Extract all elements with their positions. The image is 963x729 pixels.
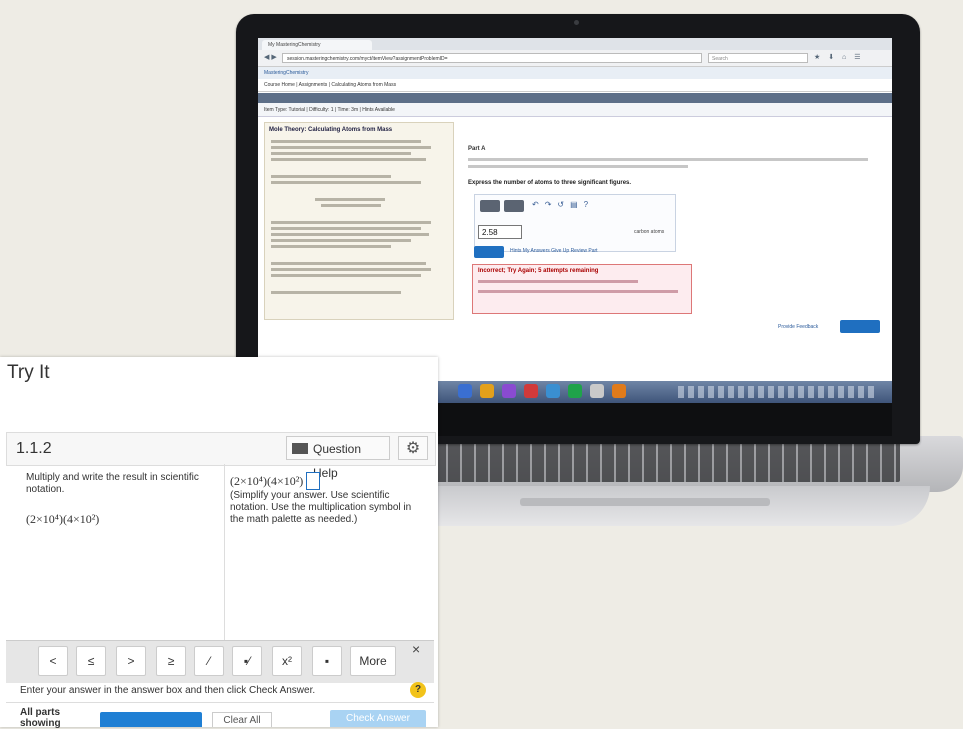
answer-expression: (2×10⁴)(4×10²) =: [230, 474, 314, 488]
laptop-keyboard: [420, 440, 900, 482]
breadcrumb[interactable]: Course Home | Assignments | Calculating …: [258, 79, 892, 92]
palette-key[interactable]: ⁄: [194, 646, 224, 676]
answer-input[interactable]: 2.58: [478, 225, 522, 239]
feedback-title: Incorrect; Try Again; 5 attempts remaini…: [478, 268, 599, 274]
answer-box[interactable]: [306, 472, 320, 490]
card-title: Try It: [7, 362, 50, 383]
taskbar-app-icon[interactable]: [546, 384, 560, 398]
problem-intro-pane: Mole Theory: Calculating Atoms from Mass: [264, 122, 454, 320]
palette-key[interactable]: ≥: [156, 646, 186, 676]
item-info-bar: Item Type: Tutorial | Difficulty: 1 | Ti…: [258, 103, 892, 117]
express-instruction: Express the number of atoms to three sig…: [468, 180, 632, 186]
template-button[interactable]: [480, 200, 500, 212]
close-icon[interactable]: ×: [412, 641, 420, 657]
site-header: MasteringChemistry: [258, 67, 892, 79]
back-forward-icon[interactable]: ◀ ▶: [264, 53, 277, 61]
feedback-line: [478, 280, 638, 283]
taskbar-app-icon[interactable]: [480, 384, 494, 398]
enter-answer-instruction: Enter your answer in the answer box and …: [20, 685, 316, 696]
taskbar-app-icon[interactable]: [568, 384, 582, 398]
address-bar[interactable]: session.masteringchemistry.com/myct/item…: [282, 53, 702, 63]
provide-feedback-link[interactable]: Provide Feedback: [778, 324, 818, 330]
browser-tab[interactable]: My MasteringChemistry: [262, 40, 372, 50]
browser-search-input[interactable]: Search: [708, 53, 808, 63]
palette-tool-icons[interactable]: ↶↷↺▤?: [532, 200, 594, 209]
question-instruction: Multiply and write the result in scienti…: [26, 472, 199, 495]
taskbar-app-icon[interactable]: [612, 384, 626, 398]
problem-title: Mole Theory: Calculating Atoms from Mass: [269, 127, 393, 133]
system-tray[interactable]: [678, 386, 878, 398]
help-list-icon: [292, 443, 308, 454]
palette-key[interactable]: ≤: [76, 646, 106, 676]
taskbar-app-icon[interactable]: [502, 384, 516, 398]
taskbar-app-icon[interactable]: [524, 384, 538, 398]
submit-button[interactable]: [474, 246, 504, 258]
site-nav-band: [258, 93, 892, 103]
laptop-trackpad: [520, 498, 770, 506]
browser-toolbar-icons[interactable]: ★ ⬇ ⌂ ☰: [814, 53, 863, 61]
question-number: 1.1.2: [16, 440, 52, 457]
taskbar-app-icon[interactable]: [458, 384, 472, 398]
answer-hint: (Simplify your answer. Use scientific no…: [230, 490, 412, 525]
camera-icon: [574, 20, 579, 25]
question-expression: (2×10⁴)(4×10²): [26, 512, 100, 526]
palette-key[interactable]: <: [38, 646, 68, 676]
help-icon[interactable]: ?: [410, 682, 426, 698]
parts-toggle-button[interactable]: [100, 712, 202, 727]
units-label: carbon atoms: [634, 229, 665, 235]
palette-key[interactable]: >: [116, 646, 146, 676]
taskbar-app-icon[interactable]: [590, 384, 604, 398]
clear-all-button[interactable]: Clear All: [212, 712, 272, 727]
gear-icon[interactable]: ⚙: [398, 436, 428, 460]
palette-key[interactable]: ▪⁄: [232, 646, 262, 676]
palette-key[interactable]: x²: [272, 646, 302, 676]
feedback-line: [478, 290, 678, 293]
all-parts-label: All parts showing: [20, 707, 61, 729]
palette-key[interactable]: ▪: [312, 646, 342, 676]
part-label: Part A: [468, 146, 486, 152]
palette-key[interactable]: More: [350, 646, 396, 676]
check-answer-button[interactable]: Check Answer: [330, 710, 426, 727]
continue-button[interactable]: [840, 320, 880, 333]
template-button[interactable]: [504, 200, 524, 212]
question-text-line: [468, 165, 688, 168]
answer-links[interactable]: Hints My Answers Give Up Review Part: [510, 248, 598, 254]
question-text-line: [468, 158, 868, 161]
